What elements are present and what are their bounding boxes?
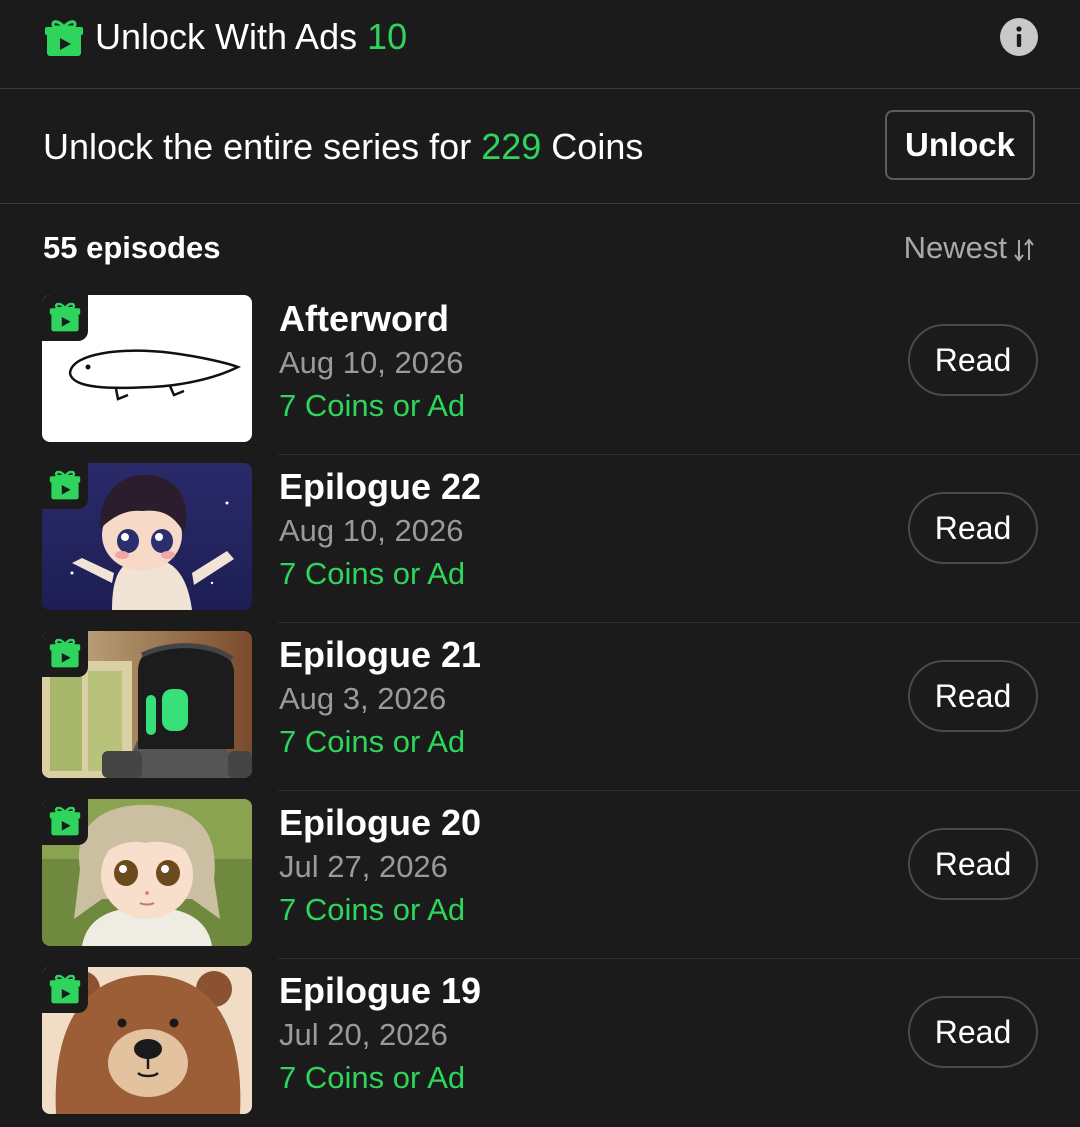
episode-row[interactable]: Epilogue 21 Aug 3, 2026 7 Coins or Ad Re…: [0, 623, 1080, 791]
episode-price: 7 Coins or Ad: [279, 556, 466, 591]
series-unlock-row: Unlock the entire series for 229 Coins U…: [0, 89, 1080, 204]
episode-price: 7 Coins or Ad: [279, 1060, 466, 1095]
episode-list-screen: Unlock With Ads 10 Unlock the entire ser…: [0, 0, 1080, 1127]
gift-icon: [42, 295, 88, 341]
episode-title[interactable]: Epilogue 20: [279, 801, 481, 845]
gift-icon: [42, 463, 88, 509]
read-button[interactable]: Read: [908, 492, 1038, 564]
episode-count: 55 episodes: [43, 230, 221, 265]
read-button[interactable]: Read: [908, 828, 1038, 900]
episode-title[interactable]: Afterword: [279, 297, 449, 341]
episode-price: 7 Coins or Ad: [279, 892, 466, 927]
sort-arrows-icon: [1013, 234, 1035, 262]
series-unlock-text: Unlock the entire series for 229 Coins: [43, 125, 643, 169]
episode-row[interactable]: Epilogue 20 Jul 27, 2026 7 Coins or Ad R…: [0, 791, 1080, 959]
read-button[interactable]: Read: [908, 996, 1038, 1068]
gift-icon: [42, 967, 88, 1013]
gift-icon: [44, 18, 84, 58]
episode-title[interactable]: Epilogue 22: [279, 465, 481, 509]
episode-row[interactable]: Epilogue 19 Jul 20, 2026 7 Coins or Ad R…: [0, 959, 1080, 1127]
gift-icon: [42, 631, 88, 677]
sort-toggle[interactable]: Newest: [904, 228, 1035, 268]
ads-count: 10: [367, 16, 408, 57]
episode-date: Aug 3, 2026: [279, 681, 447, 716]
episode-price: 7 Coins or Ad: [279, 724, 466, 759]
sort-label: Newest: [903, 230, 1007, 265]
ads-title: Unlock With Ads 10: [95, 15, 407, 59]
episode-date: Aug 10, 2026: [279, 513, 464, 548]
episode-date: Aug 10, 2026: [279, 345, 464, 380]
episode-thumbnail[interactable]: [42, 295, 252, 442]
episode-row[interactable]: Afterword Aug 10, 2026 7 Coins or Ad Rea…: [0, 287, 1080, 455]
episode-date: Jul 20, 2026: [279, 1017, 448, 1052]
info-icon[interactable]: [1000, 18, 1038, 56]
episode-title[interactable]: Epilogue 21: [279, 633, 481, 677]
episode-thumbnail[interactable]: [42, 463, 252, 610]
unlock-series-button[interactable]: Unlock: [885, 110, 1035, 180]
episode-date: Jul 27, 2026: [279, 849, 448, 884]
episode-title[interactable]: Epilogue 19: [279, 969, 481, 1013]
gift-icon: [42, 799, 88, 845]
series-unlock-prefix: Unlock the entire series for: [43, 126, 472, 167]
episode-thumbnail[interactable]: [42, 799, 252, 946]
series-unlock-suffix: Coins: [551, 126, 644, 167]
episode-thumbnail[interactable]: [42, 631, 252, 778]
episode-row[interactable]: Epilogue 22 Aug 10, 2026 7 Coins or Ad R…: [0, 455, 1080, 623]
read-button[interactable]: Read: [908, 660, 1038, 732]
series-coin-price: 229: [481, 126, 542, 167]
ads-unlock-bar[interactable]: Unlock With Ads 10: [0, 0, 1080, 89]
episode-price: 7 Coins or Ad: [279, 388, 466, 423]
ads-title-label: Unlock With Ads: [95, 16, 358, 57]
episode-thumbnail[interactable]: [42, 967, 252, 1114]
read-button[interactable]: Read: [908, 324, 1038, 396]
